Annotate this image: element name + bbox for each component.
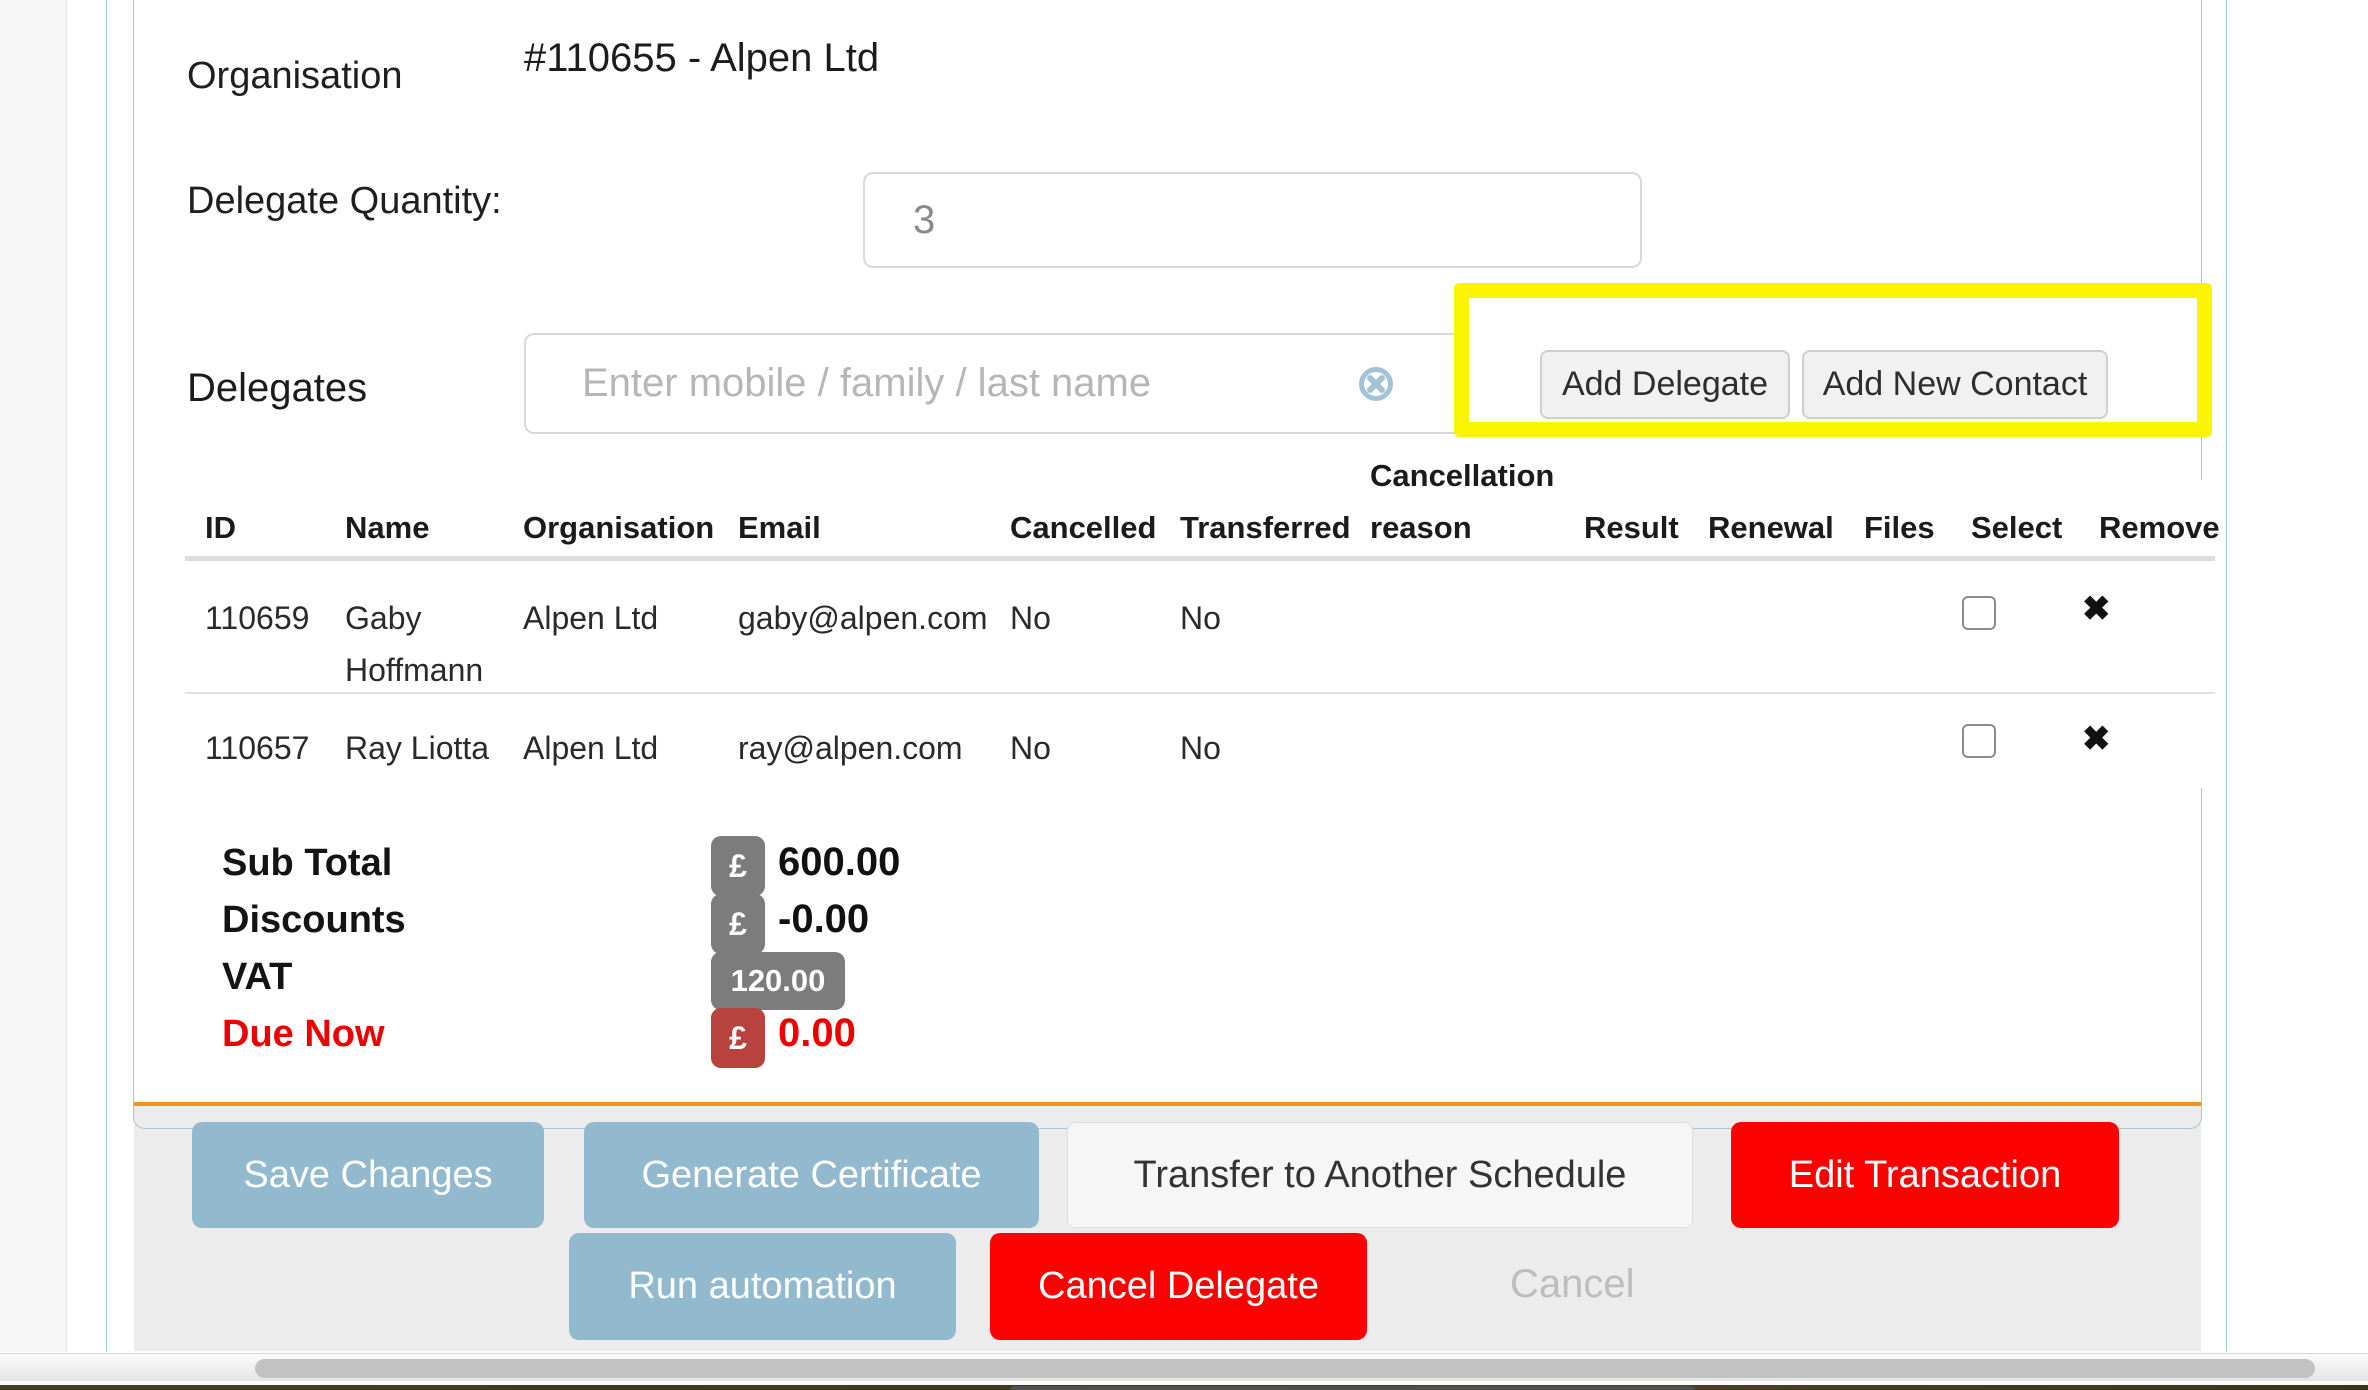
col-header-select: Select — [1971, 502, 2062, 554]
footer-divider — [134, 1102, 2201, 1106]
cell-name: Ray Liotta — [345, 722, 525, 774]
col-header-email: Email — [738, 502, 821, 554]
cell-id: 110657 — [205, 722, 309, 774]
remove-icon[interactable]: ✖ — [2082, 722, 2111, 756]
header-divider — [185, 556, 2215, 561]
sub-total-value: 600.00 — [778, 840, 900, 885]
app-screen: Organisation #110655 - Alpen Ltd Delegat… — [0, 0, 2368, 1390]
horizontal-scrollbar-thumb[interactable] — [255, 1359, 2315, 1378]
col-header-renewal: Renewal — [1708, 502, 1834, 554]
col-header-remove: Remove — [2099, 502, 2220, 554]
delegates-label: Delegates — [187, 366, 367, 411]
col-header-cancellation-reason: Cancellation reason — [1370, 450, 1585, 554]
due-now-label: Due Now — [222, 1013, 385, 1056]
pound-badge: £ — [711, 836, 765, 896]
remove-icon[interactable]: ✖ — [2082, 592, 2111, 626]
cancel-button[interactable]: Cancel — [1510, 1262, 1635, 1307]
clear-search-icon[interactable] — [1358, 366, 1394, 402]
organisation-label: Organisation — [187, 55, 402, 98]
delegate-search-input[interactable] — [524, 333, 1462, 434]
vat-label: VAT — [222, 956, 292, 999]
discounts-label: Discounts — [222, 899, 406, 942]
due-now-value: 0.00 — [778, 1011, 856, 1056]
col-header-result: Result — [1584, 502, 1679, 554]
discounts-value: -0.00 — [778, 897, 869, 942]
left-gutter — [0, 0, 67, 1352]
cell-email: gaby@alpen.com — [738, 592, 988, 644]
organisation-value: #110655 - Alpen Ltd — [524, 36, 879, 81]
edit-transaction-button[interactable]: Edit Transaction — [1731, 1122, 2119, 1228]
row-divider — [185, 692, 2215, 694]
pound-badge: £ — [711, 894, 765, 954]
col-header-id: ID — [205, 502, 236, 554]
add-delegate-button[interactable]: Add Delegate — [1540, 350, 1790, 419]
cell-id: 110659 — [205, 592, 309, 644]
generate-certificate-button[interactable]: Generate Certificate — [584, 1122, 1039, 1228]
save-changes-button[interactable]: Save Changes — [192, 1122, 544, 1228]
cell-transferred: No — [1180, 592, 1221, 644]
col-header-transferred: Transferred — [1180, 502, 1351, 554]
pound-badge: £ — [711, 1008, 765, 1068]
cell-organisation: Alpen Ltd — [523, 592, 658, 644]
cell-cancelled: No — [1010, 722, 1051, 774]
sub-total-label: Sub Total — [222, 842, 392, 885]
cell-organisation: Alpen Ltd — [523, 722, 658, 774]
add-new-contact-button[interactable]: Add New Contact — [1802, 350, 2108, 419]
quantity-input[interactable] — [863, 172, 1642, 268]
col-header-cancelled: Cancelled — [1010, 502, 1156, 554]
select-checkbox[interactable] — [1962, 724, 1996, 758]
col-header-files: Files — [1864, 502, 1935, 554]
select-checkbox[interactable] — [1962, 596, 1996, 630]
vat-badge: 120.00 — [711, 952, 845, 1010]
cell-name: Gaby Hoffmann — [345, 592, 510, 696]
run-automation-button[interactable]: Run automation — [569, 1233, 956, 1340]
quantity-label: Delegate Quantity: — [187, 180, 502, 223]
outer-panel-right-border — [2226, 0, 2227, 1352]
cancel-delegate-button[interactable]: Cancel Delegate — [990, 1233, 1367, 1340]
cell-transferred: No — [1180, 722, 1221, 774]
col-header-organisation: Organisation — [523, 502, 714, 554]
col-header-name: Name — [345, 502, 429, 554]
cell-email: ray@alpen.com — [738, 722, 963, 774]
outer-panel-left-border — [106, 0, 107, 1352]
transfer-schedule-button[interactable]: Transfer to Another Schedule — [1067, 1122, 1693, 1228]
cell-cancelled: No — [1010, 592, 1051, 644]
background-window-edge — [1010, 1386, 1695, 1390]
